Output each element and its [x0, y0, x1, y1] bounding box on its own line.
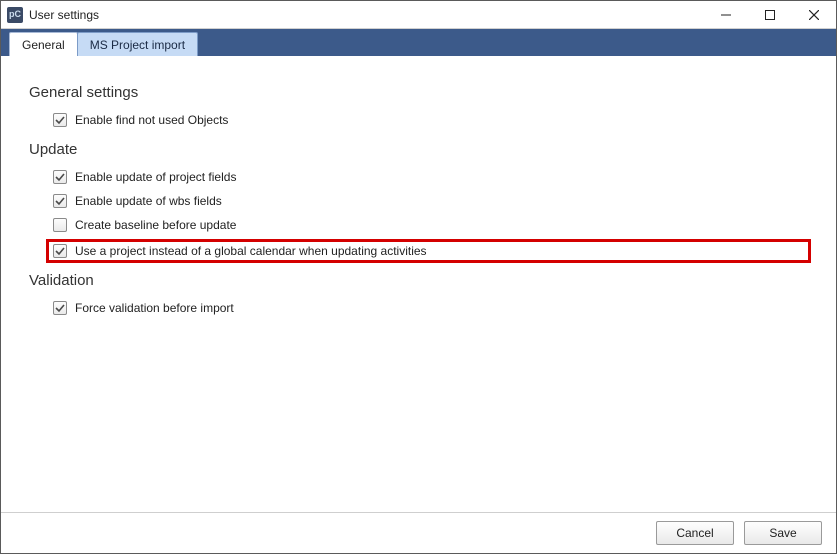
- checkbox-icon[interactable]: [53, 113, 67, 127]
- close-icon: [809, 10, 819, 20]
- option-label: Enable update of project fields: [75, 170, 236, 184]
- minimize-button[interactable]: [704, 1, 748, 29]
- checkbox-icon[interactable]: [53, 218, 67, 232]
- save-button[interactable]: Save: [744, 521, 822, 545]
- checkbox-icon[interactable]: [53, 194, 67, 208]
- maximize-button[interactable]: [748, 1, 792, 29]
- cancel-button[interactable]: Cancel: [656, 521, 734, 545]
- option-enable-update-wbs[interactable]: Enable update of wbs fields: [49, 192, 808, 210]
- maximize-icon: [765, 10, 775, 20]
- tab-general[interactable]: General: [9, 32, 78, 56]
- window-title: User settings: [29, 8, 99, 22]
- option-label: Enable find not used Objects: [75, 113, 228, 127]
- option-create-baseline[interactable]: Create baseline before update: [49, 216, 808, 234]
- settings-window: pC User settings General MS Project impo…: [0, 0, 837, 554]
- tab-general-label: General: [22, 38, 65, 52]
- option-label: Use a project instead of a global calend…: [75, 244, 427, 258]
- option-enable-find-not-used[interactable]: Enable find not used Objects: [49, 111, 808, 129]
- footer: Cancel Save: [1, 512, 836, 553]
- app-icon: pC: [7, 7, 23, 23]
- section-general-heading: General settings: [29, 84, 808, 101]
- option-force-validation[interactable]: Force validation before import: [49, 299, 808, 317]
- close-button[interactable]: [792, 1, 836, 29]
- tab-msproject-label: MS Project import: [90, 38, 185, 52]
- section-validation-heading: Validation: [29, 272, 808, 289]
- minimize-icon: [721, 10, 731, 20]
- cancel-button-label: Cancel: [676, 526, 713, 540]
- option-enable-update-project[interactable]: Enable update of project fields: [49, 168, 808, 186]
- titlebar: pC User settings: [1, 1, 836, 29]
- tab-msproject[interactable]: MS Project import: [77, 32, 198, 56]
- save-button-label: Save: [769, 526, 796, 540]
- content-area: General settings Enable find not used Ob…: [1, 56, 836, 512]
- option-use-project-calendar[interactable]: Use a project instead of a global calend…: [49, 242, 808, 260]
- tabstrip: General MS Project import: [1, 29, 836, 56]
- option-label: Force validation before import: [75, 301, 234, 315]
- checkbox-icon[interactable]: [53, 244, 67, 258]
- checkbox-icon[interactable]: [53, 170, 67, 184]
- option-label: Create baseline before update: [75, 218, 236, 232]
- checkbox-icon[interactable]: [53, 301, 67, 315]
- section-update-heading: Update: [29, 141, 808, 158]
- option-label: Enable update of wbs fields: [75, 194, 222, 208]
